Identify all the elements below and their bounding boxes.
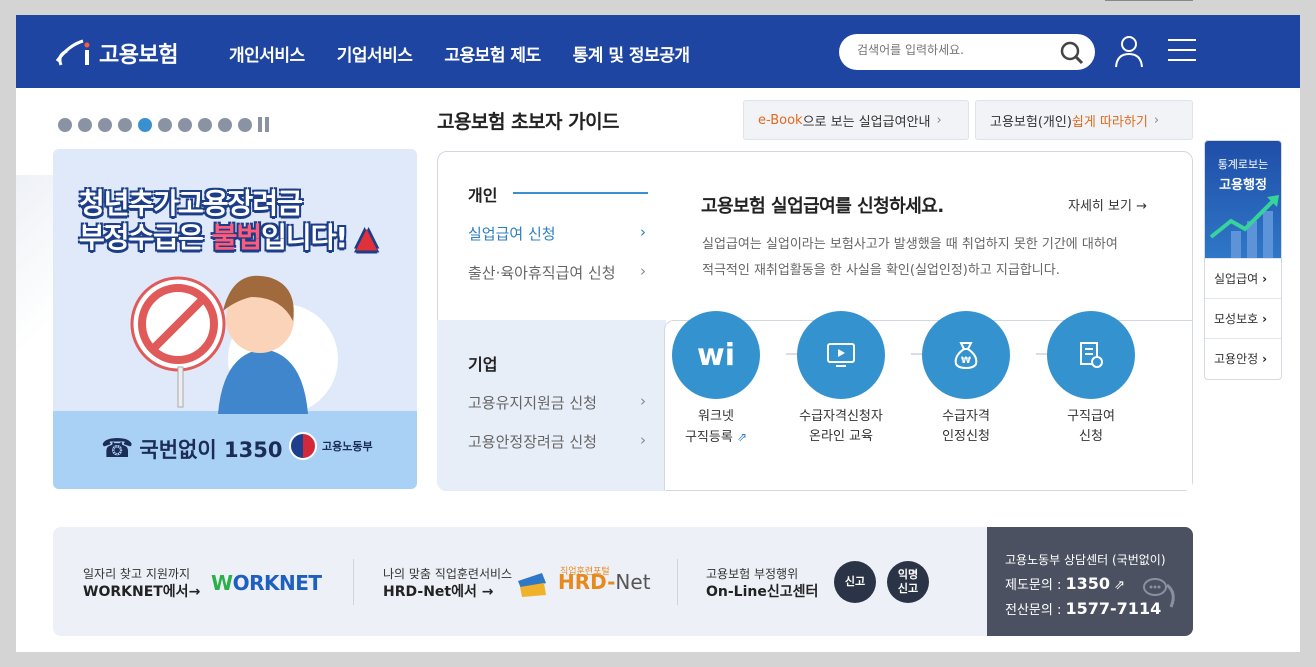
chevron-right-icon: › — [1262, 311, 1268, 326]
worknet-link[interactable]: 일자리 찾고 지원까지 WORKNET에서→ — [83, 565, 200, 601]
nav-business-service[interactable]: 기업서비스 — [337, 41, 413, 66]
slide-dot[interactable] — [78, 117, 92, 132]
ministry-logo: 고용노동부 — [289, 432, 373, 460]
guide-title: 고용보험 초보자 가이드 — [437, 111, 620, 133]
quick-stats-panel: 통계로보는 고용행정 실업급여 › 모성보호 › 고용안정 › — [1204, 140, 1282, 380]
arrow-right-icon: → — [1136, 199, 1147, 214]
slide-dot[interactable] — [158, 117, 172, 132]
external-link-icon: ⇗ — [736, 430, 748, 444]
search-box — [839, 34, 1095, 70]
chevron-right-icon: › — [1153, 112, 1160, 128]
search-icon[interactable] — [1059, 40, 1085, 66]
chevron-right-icon: › — [640, 223, 646, 241]
ebook-guide-button[interactable]: e-Book 으로 보는 실업급여안내 › — [743, 100, 969, 140]
nav-statistics[interactable]: 통계 및 정보공개 — [573, 41, 690, 66]
slide-dot[interactable] — [218, 117, 232, 132]
link-unemployment-apply[interactable]: 실업급여 신청 › — [468, 223, 646, 244]
hrdnet-link[interactable]: 나의 맞춤 직업훈련서비스 HRD-Net에서 → — [383, 565, 512, 601]
pause-icon[interactable] — [258, 117, 272, 132]
slide-dot[interactable] — [118, 117, 132, 132]
chart-trend-icon — [1209, 195, 1279, 258]
logo-text: 고용보험 — [99, 43, 178, 68]
slide-dot[interactable] — [238, 117, 252, 132]
siren-icon: ▲ — [355, 221, 378, 254]
report-button[interactable]: 신고 — [834, 561, 876, 603]
main-nav: 개인서비스 기업서비스 고용보험 제도 통계 및 정보공개 — [229, 41, 722, 66]
fraud-report-center: 고용보험 부정행위 On-Line신고센터 — [706, 567, 819, 600]
document-check-icon — [1047, 311, 1135, 399]
call-center-panel: 고용노동부 상담센터 (국번없이) 제도문의 : 1350 ⇗ 전산문의 : 1… — [987, 527, 1193, 636]
hrdnet-logo[interactable]: HRD-Net — [558, 570, 651, 594]
link-maternity-apply[interactable]: 출산·육아휴직급여 신청 › — [468, 262, 646, 283]
chevron-right-icon: › — [640, 431, 646, 449]
worknet-logo[interactable]: WORKNET — [211, 571, 322, 595]
step-eligibility-apply[interactable]: ₩ 수급자격 인정신청 — [901, 311, 1031, 447]
link-employment-stability-subsidy[interactable]: 고용안정장려금 신청 › — [468, 431, 646, 452]
nav-insurance-system[interactable]: 고용보험 제도 — [444, 41, 541, 66]
step-online-education[interactable]: 수급자격신청자 온라인 교육 — [776, 311, 906, 447]
chevron-right-icon: › — [640, 262, 646, 280]
apply-title: 고용보험 실업급여를 신청하세요. — [701, 196, 944, 217]
hotline-number: ☎ 국번없이 1350 — [101, 434, 283, 464]
banner-illustration — [130, 275, 338, 414]
hamburger-menu-icon[interactable] — [1168, 39, 1196, 63]
taegeuk-icon — [289, 432, 317, 460]
chevron-right-icon: › — [1262, 271, 1268, 286]
step-jobseeker-benefit-apply[interactable]: 구직급여 신청 — [1026, 311, 1156, 447]
search-input[interactable] — [857, 43, 1057, 57]
nav-personal-service[interactable]: 개인서비스 — [229, 41, 305, 66]
call-center-icon — [1143, 578, 1175, 608]
site-logo[interactable]: 고용보험 — [53, 37, 178, 69]
tab-active-indicator — [513, 192, 648, 194]
anonymous-report-button[interactable]: 익명 신고 — [887, 561, 929, 603]
svg-text:₩: ₩ — [961, 356, 971, 366]
tab-personal[interactable]: 개인 — [468, 182, 497, 206]
step-worknet-register[interactable]: wi 워크넷 구직등록 ⇗ — [651, 311, 781, 448]
stats-banner[interactable]: 통계로보는 고용행정 — [1205, 141, 1281, 258]
browser-top-strip — [0, 0, 1316, 15]
chevron-right-icon: › — [640, 392, 646, 410]
link-employment-retention-subsidy[interactable]: 고용유지지원금 신청 › — [468, 392, 646, 413]
slide-dot[interactable] — [198, 117, 212, 132]
header: 고용보험 개인서비스 기업서비스 고용보험 제도 통계 및 정보공개 — [16, 15, 1300, 88]
quick-maternity[interactable]: 모성보호 › — [1205, 298, 1281, 338]
slide-dot[interactable] — [98, 117, 112, 132]
external-link-icon[interactable]: ⇗ — [1114, 578, 1125, 593]
easy-follow-button[interactable]: 고용보험(개인) 쉽게 따라하기 › — [975, 100, 1193, 140]
phone-icon: ☎ — [101, 434, 134, 464]
page: 고용보험 개인서비스 기업서비스 고용보험 제도 통계 및 정보공개 검색어를 … — [16, 15, 1300, 652]
quick-employment-stability[interactable]: 고용안정 › — [1205, 338, 1281, 378]
banner-pagination — [58, 117, 272, 132]
slide-dot[interactable] — [178, 117, 192, 132]
apply-description: 실업급여는 실업이라는 보험사고가 발생했을 때 취업하지 못한 기간에 대하여… — [702, 237, 1118, 278]
slide-dot[interactable] — [58, 117, 72, 132]
chevron-right-icon: › — [1262, 351, 1268, 366]
more-link[interactable]: 자세히 보기 → — [1068, 195, 1147, 214]
user-icon[interactable] — [1113, 34, 1145, 68]
footer-links-band: 일자리 찾고 지원까지 WORKNET에서→ WORKNET 나의 맞춤 직업훈… — [53, 527, 1193, 636]
slide-dot-active[interactable] — [138, 117, 152, 132]
tab-business[interactable]: 기업 — [468, 351, 497, 375]
worknet-icon: wi — [672, 311, 760, 399]
banner-title: 청년추가고용장려금 부정수급은 불법입니다! ▲ — [79, 187, 378, 254]
quick-unemployment[interactable]: 실업급여 › — [1205, 258, 1281, 298]
ei-logo-icon — [55, 39, 90, 66]
video-play-icon — [797, 311, 885, 399]
money-bag-icon: ₩ — [922, 311, 1010, 399]
chevron-right-icon: › — [936, 112, 942, 128]
hrdnet-ticket-icon — [518, 573, 546, 597]
promo-banner[interactable]: 청년추가고용장려금 부정수급은 불법입니다! ▲ ☎ 국번없이 1350 고용노동… — [53, 149, 417, 489]
